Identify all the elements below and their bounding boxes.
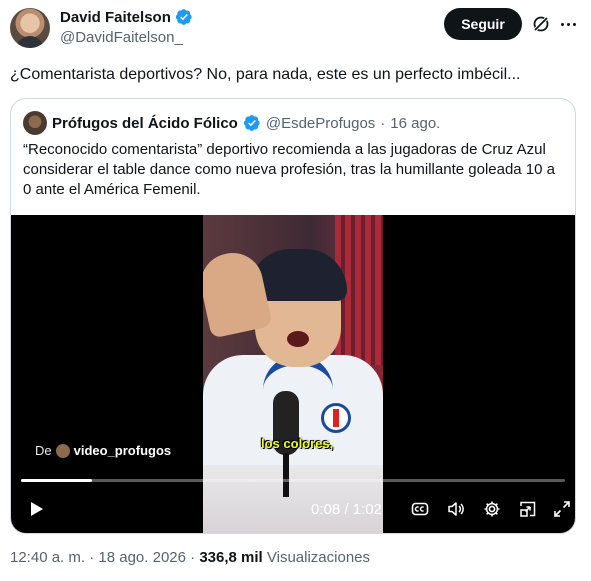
verified-badge-icon [175,9,192,25]
grok-icon[interactable] [531,14,551,34]
footer-separator: · [190,549,196,566]
captions-icon[interactable] [411,500,429,518]
video-controls: 0:08 / 1:02 [11,493,575,525]
video-frame [203,215,383,533]
settings-icon[interactable] [483,500,501,518]
follow-button[interactable]: Seguir [444,8,522,40]
quoted-author-avatar[interactable] [23,111,47,135]
views-count: 336,8 mil [199,549,263,566]
verified-badge-icon [243,115,260,131]
video-subtitle: los colores, [261,436,334,451]
more-icon[interactable] [558,14,578,34]
play-icon[interactable] [27,500,45,518]
quoted-tweet-header: Prófugos del Ácido Fólico @EsdeProfugos … [23,111,440,135]
quoted-author-handle[interactable]: @EsdeProfugos [266,115,375,132]
tweet-header: David Faitelson @DavidFaitelson_ Seguir [0,0,591,56]
quoted-author-display-name[interactable]: Prófugos del Ácido Fólico [52,115,238,132]
tweet-text: ¿Comentarista deportivos? No, para nada,… [10,66,521,83]
quoted-tweet[interactable]: Prófugos del Ácido Fólico @EsdeProfugos … [10,98,576,534]
author-handle[interactable]: @DavidFaitelson_ [60,29,183,46]
author-avatar[interactable] [10,8,50,48]
picture-in-picture-icon[interactable] [519,500,537,518]
volume-icon[interactable] [447,500,465,518]
fullscreen-icon[interactable] [553,500,571,518]
author-display-name[interactable]: David Faitelson [60,9,171,26]
quoted-separator: · [380,114,386,132]
views-label: Visualizaciones [266,549,371,566]
author-name-row: David Faitelson [60,8,193,26]
video-source-prefix: De [35,443,52,458]
video-source-attribution[interactable]: De video_profugos [35,443,171,458]
footer-separator: · [89,549,95,566]
video-player[interactable]: los colores, De video_profugos 0:08 / 1:… [11,215,575,533]
post-time[interactable]: 12:40 a. m. [10,549,85,566]
video-progress-bar[interactable] [21,479,565,482]
video-time: 0:08 / 1:02 [311,501,382,518]
quoted-tweet-text: “Reconocido comentarista” deportivo reco… [23,141,556,198]
video-source-avatar [55,443,70,458]
quoted-date[interactable]: 16 ago. [390,115,440,132]
video-source-name[interactable]: video_profugos [74,443,172,458]
video-progress-fill [21,479,92,482]
post-date[interactable]: 18 ago. 2026 [98,549,186,566]
tweet-footer: 12:40 a. m. · 18 ago. 2026 · 336,8 mil V… [10,549,370,566]
